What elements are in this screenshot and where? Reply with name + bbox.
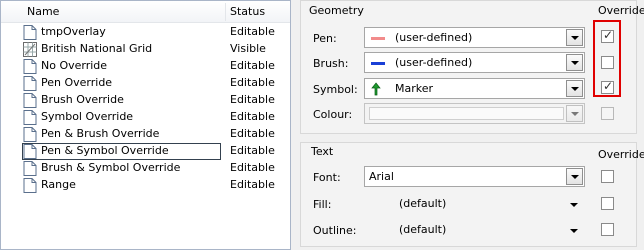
layer-file-icon: [23, 144, 37, 159]
symbol-override-checkbox[interactable]: [601, 79, 614, 94]
colour-dropdown[interactable]: [364, 103, 585, 124]
pen-swatch: [371, 37, 385, 40]
layer-status: Editable: [230, 144, 275, 157]
colour-override-checkbox[interactable]: [601, 107, 614, 120]
layer-status: Editable: [230, 59, 275, 72]
layer-row-british-national-grid[interactable]: British National Grid Visible: [1, 41, 290, 58]
brush-label: Brush:: [313, 57, 349, 70]
marker-pin-icon: [371, 82, 381, 96]
layer-row-pen-override[interactable]: Pen Override Editable: [1, 75, 290, 92]
layer-file-icon: [23, 178, 37, 193]
status-column-header[interactable]: Status: [230, 5, 265, 18]
geometry-override-header: Override: [598, 4, 644, 17]
text-override-header: Override: [598, 148, 644, 161]
layer-status: Editable: [230, 93, 275, 106]
layer-file-icon: [23, 110, 37, 125]
layer-name: British National Grid: [41, 42, 153, 55]
layer-row-pen-brush-override[interactable]: Pen & Brush Override Editable: [1, 126, 290, 143]
layer-name: Symbol Override: [41, 110, 134, 123]
font-value: Arial: [369, 170, 394, 183]
layer-row-tmpoverlay[interactable]: tmpOverlay Editable: [1, 24, 290, 41]
layer-file-icon: [23, 161, 37, 176]
text-title: Text: [311, 145, 334, 158]
pen-override-checkbox[interactable]: [601, 28, 614, 43]
brush-dropdown[interactable]: (user-defined): [364, 52, 585, 73]
pen-dropdown-arrow-icon[interactable]: [566, 29, 583, 46]
layer-row-brush-override[interactable]: Brush Override Editable: [1, 92, 290, 109]
grid-layer-icon: [23, 42, 37, 57]
font-dropdown[interactable]: Arial: [364, 166, 585, 187]
fill-label: Fill:: [313, 198, 332, 211]
layer-row-symbol-override[interactable]: Symbol Override Editable: [1, 109, 290, 126]
brush-override-checkbox[interactable]: [601, 56, 614, 69]
font-dropdown-arrow-icon[interactable]: [566, 168, 583, 185]
name-column-header[interactable]: Name: [27, 5, 59, 18]
layer-status: Visible: [230, 42, 266, 55]
font-override-checkbox[interactable]: [601, 170, 614, 183]
layer-status: Editable: [230, 161, 275, 174]
fill-override-checkbox[interactable]: [601, 197, 614, 210]
colour-dropdown-arrow-icon[interactable]: [566, 105, 583, 122]
outline-override-checkbox[interactable]: [601, 223, 614, 236]
outline-label: Outline:: [313, 224, 357, 237]
pen-value: (user-defined): [395, 31, 473, 44]
layer-status: Editable: [230, 25, 275, 38]
layer-name: Brush Override: [41, 93, 124, 106]
layer-file-icon: [23, 59, 37, 74]
layer-file-icon: [23, 93, 37, 108]
outline-dropdown[interactable]: (default): [364, 219, 585, 240]
outline-value: (default): [399, 223, 447, 236]
layer-status: Editable: [230, 110, 275, 123]
brush-swatch: [371, 62, 385, 65]
layer-status: Editable: [230, 127, 275, 140]
text-group: Text Override Font: Arial Fill: (default…: [300, 142, 644, 247]
style-panel: Geometry Override Pen: (user-defined) Br…: [292, 0, 644, 250]
font-label: Font:: [313, 171, 341, 184]
layer-list-header: Name Status: [1, 1, 290, 23]
fill-value: (default): [399, 197, 447, 210]
geometry-group: Geometry Override Pen: (user-defined) Br…: [300, 0, 644, 134]
symbol-dropdown[interactable]: Marker: [364, 78, 585, 99]
layer-status: Editable: [230, 178, 275, 191]
brush-value: (user-defined): [395, 56, 473, 69]
layer-name: Pen & Symbol Override: [41, 144, 169, 157]
layer-status: Editable: [230, 76, 275, 89]
column-divider[interactable]: [225, 3, 226, 21]
layer-row-pen-symbol-override[interactable]: Pen & Symbol Override Editable: [1, 143, 290, 160]
layer-file-icon: [23, 25, 37, 40]
geometry-title: Geometry: [309, 4, 364, 17]
layer-name: Pen & Brush Override: [41, 127, 160, 140]
layer-name: Pen Override: [41, 76, 113, 89]
colour-swatch: [369, 107, 564, 120]
layer-name: Brush & Symbol Override: [41, 161, 181, 174]
layer-name: tmpOverlay: [41, 25, 106, 38]
pen-dropdown[interactable]: (user-defined): [364, 27, 585, 48]
layer-name: No Override: [41, 59, 108, 72]
layer-name: Range: [41, 178, 76, 191]
symbol-value: Marker: [395, 82, 434, 95]
layer-row-brush-symbol-override[interactable]: Brush & Symbol Override Editable: [1, 160, 290, 177]
fill-dropdown[interactable]: (default): [364, 193, 585, 214]
layer-row-no-override[interactable]: No Override Editable: [1, 58, 290, 75]
layer-row-range[interactable]: Range Editable: [1, 177, 290, 194]
symbol-label: Symbol:: [313, 83, 358, 96]
colour-label: Colour:: [313, 108, 353, 121]
pen-label: Pen:: [313, 32, 337, 45]
brush-dropdown-arrow-icon[interactable]: [566, 54, 583, 71]
layer-file-icon: [23, 127, 37, 142]
layer-list[interactable]: Name Status tmpOverlay Editable British …: [0, 0, 291, 250]
layer-file-icon: [23, 76, 37, 91]
symbol-dropdown-arrow-icon[interactable]: [566, 80, 583, 97]
